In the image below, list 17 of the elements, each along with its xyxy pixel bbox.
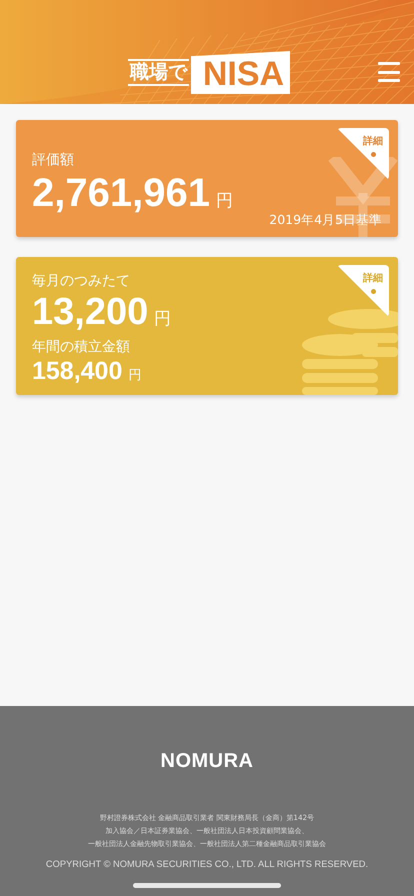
sub-amount: 158,400 <box>32 356 122 386</box>
coins-icon <box>302 307 398 396</box>
logo-prefix: 職場で <box>128 59 189 86</box>
date-label: 2019年4月5日基準 <box>268 212 382 229</box>
unit: 円 <box>128 366 142 384</box>
logo: NISA <box>190 51 290 94</box>
amount: 13,200 <box>32 291 148 335</box>
unit: 円 <box>216 190 233 212</box>
sub-label: 年間の積立金額 <box>32 338 130 357</box>
brand-logo: NOMURA <box>160 750 254 773</box>
card-label: 評価額 <box>32 151 74 170</box>
unit: 円 <box>154 308 172 330</box>
card-label: 毎月のつみたて <box>32 272 130 291</box>
amount: 2,761,961 <box>32 170 210 216</box>
copyright-text: COPYRIGHT © NOMURA SECURITIES CO., LTD. ALL RIGHTS RESERVED. <box>46 859 368 869</box>
menu-icon[interactable] <box>378 62 400 82</box>
detail-button[interactable]: 詳細 <box>337 128 389 180</box>
